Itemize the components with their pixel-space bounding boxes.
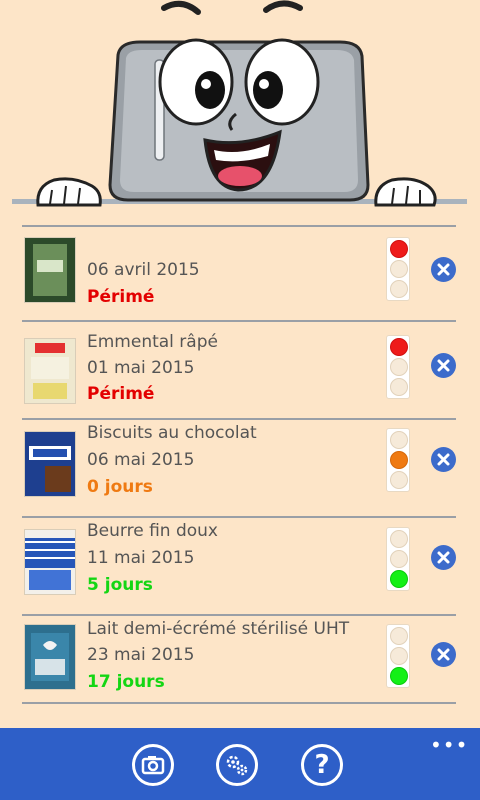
close-icon [437,551,450,564]
delete-button[interactable] [431,353,456,378]
traffic-light-indicator [386,237,410,301]
lamp-green [390,667,408,685]
close-icon [437,263,450,276]
lamp-orange [390,451,408,469]
close-icon [437,453,450,466]
list-item[interactable]: Biscuits au chocolat 06 mai 2015 0 jours [0,418,480,516]
help-icon: ? [314,750,330,780]
product-name: Beurre fin doux [87,521,218,541]
lamp-green [390,471,408,489]
lamp-orange [390,647,408,665]
help-button[interactable]: ? [301,744,343,786]
product-list: 06 avril 2015 Périmé Emmental râpé 01 ma… [0,225,480,706]
close-icon [437,359,450,372]
close-icon [437,648,450,661]
product-status: Périmé [87,287,155,307]
lamp-green [390,378,408,396]
list-item[interactable]: Lait demi-écrémé stérilisé UHT 23 mai 20… [0,614,480,706]
traffic-light-indicator [386,527,410,591]
more-options-ellipsis[interactable]: ••• [430,733,468,757]
product-thumbnail [24,237,76,303]
traffic-light-indicator [386,335,410,399]
settings-button[interactable] [216,744,258,786]
traffic-light-indicator [386,624,410,688]
product-thumbnail [24,529,76,595]
lamp-orange [390,260,408,278]
delete-button[interactable] [431,545,456,570]
product-status: 0 jours [87,477,153,497]
product-name: Biscuits au chocolat [87,423,257,443]
product-status: Périmé [87,384,155,404]
fridge-mascot-illustration [12,0,467,207]
lamp-green [390,280,408,298]
lamp-orange [390,550,408,568]
lamp-red [390,338,408,356]
lamp-red [390,627,408,645]
lamp-green [390,570,408,588]
lamp-red [390,240,408,258]
divider [22,225,456,227]
product-name: Lait demi-écrémé stérilisé UHT [87,619,350,639]
product-date: 06 mai 2015 [87,450,195,470]
divider [22,614,456,616]
product-status: 5 jours [87,575,153,595]
divider [22,516,456,518]
list-item[interactable]: 06 avril 2015 Périmé [0,225,480,320]
product-name: Emmental râpé [87,332,218,352]
list-item[interactable]: Beurre fin doux 11 mai 2015 5 jours [0,516,480,614]
app-bar: ? ••• [0,728,480,800]
lamp-red [390,530,408,548]
delete-button[interactable] [431,642,456,667]
traffic-light-indicator [386,428,410,492]
product-thumbnail [24,431,76,497]
list-item[interactable]: Emmental râpé 01 mai 2015 Périmé [0,320,480,418]
product-thumbnail [24,338,76,404]
product-date: 23 mai 2015 [87,645,195,665]
camera-button[interactable] [132,744,174,786]
divider [22,702,456,704]
product-status: 17 jours [87,672,165,692]
product-thumbnail [24,624,76,690]
lamp-red [390,431,408,449]
lamp-orange [390,358,408,376]
product-date: 01 mai 2015 [87,358,195,378]
divider [22,320,456,322]
camera-icon [141,756,165,775]
divider [22,418,456,420]
product-date: 06 avril 2015 [87,260,200,280]
delete-button[interactable] [431,257,456,282]
product-date: 11 mai 2015 [87,548,195,568]
delete-button[interactable] [431,447,456,472]
settings-icon [226,755,248,776]
